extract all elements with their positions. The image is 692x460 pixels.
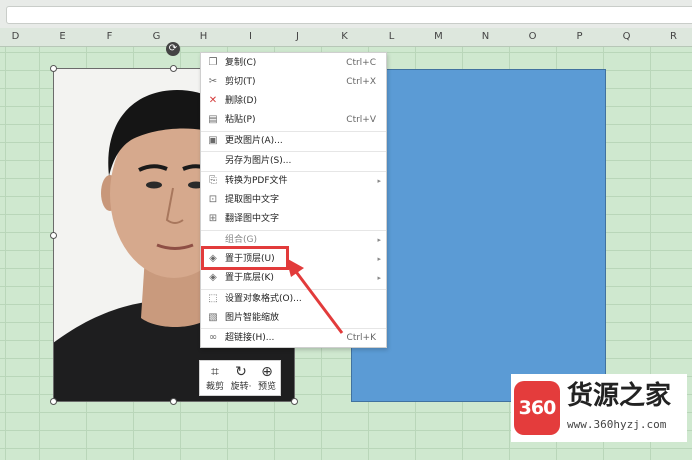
formula-input[interactable] [6,6,692,24]
delete-x-icon: ✕ [208,95,218,106]
resize-handle[interactable] [50,65,57,72]
column-header: D E F G H I J K L M N O P Q R [0,28,692,47]
rotate-label: 旋转· [230,382,252,392]
column-letter[interactable]: F [86,28,133,46]
crop-icon: ⌗ [211,364,219,380]
menu-label: 转换为PDF文件 [225,176,288,186]
resize-handle[interactable] [170,65,177,72]
resize-handle[interactable] [170,398,177,405]
crop-button[interactable]: ⌗ 裁剪 [202,363,228,395]
copy-icon: ❐ [208,57,218,68]
menu-label: 翻译图中文字 [225,214,280,224]
menu-item-extract-text[interactable]: ⊡ 提取图中文字 [201,191,386,210]
column-letter[interactable]: Q [603,28,650,46]
menu-item-delete[interactable]: ✕ 删除(D) [201,92,386,111]
logo-badge: 360 [514,381,560,435]
menu-shortcut: Ctrl+V [346,115,376,125]
column-letter[interactable]: E [39,28,86,46]
annotation-arrow-icon [286,258,344,334]
crop-label: 裁剪 [205,382,224,392]
menu-label: 图片智能缩放 [225,313,280,323]
menu-shortcut: Ctrl+X [346,77,376,87]
blue-rectangle-shape[interactable] [351,69,606,402]
submenu-arrow-icon: ▸ [377,274,381,282]
menu-label: 粘贴(P) [225,115,256,125]
preview-label: 预览 [257,382,276,392]
column-letter[interactable]: L [368,28,415,46]
menu-item-save-as-image[interactable]: 另存为图片(S)... [201,152,386,171]
menu-shortcut: Ctrl+C [346,58,376,68]
menu-label: 复制(C) [225,58,257,68]
column-letter[interactable]: N [462,28,509,46]
menu-label: 提取图中文字 [225,195,280,205]
watermark-logo: 360 货源之家 www.360hyzj.com [511,374,687,442]
pdf-icon: ⎘ [209,175,217,186]
rotate-button[interactable]: ↻ 旋转· [228,363,254,395]
resize-handle[interactable] [50,398,57,405]
menu-label: 剪切(T) [225,77,256,87]
menu-item-change-image[interactable]: ▣ 更改图片(A)... [201,132,386,151]
resize-handle[interactable] [291,398,298,405]
link-icon: ∞ [208,332,218,343]
smart-scale-icon: ▧ [208,312,218,323]
extract-text-icon: ⊡ [208,194,218,205]
send-to-back-icon: ◈ [209,272,217,283]
translate-icon: ⊞ [208,213,218,224]
resize-handle[interactable] [50,232,57,239]
scissors-icon: ✂ [208,76,218,87]
column-letter[interactable]: H [180,28,227,46]
preview-button[interactable]: ⊕ 预览 [254,363,280,395]
menu-item-copy[interactable]: ❐ 复制(C) Ctrl+C [201,54,386,73]
submenu-arrow-icon: ▸ [377,255,381,263]
picture-float-toolbar: ⌗ 裁剪 ↻ 旋转· ⊕ 预览 [199,360,281,396]
zoom-in-icon: ⊕ [261,364,273,380]
column-letter[interactable]: K [321,28,368,46]
logo-title: 货源之家 [567,381,672,411]
format-object-icon: ⬚ [208,293,218,304]
menu-item-convert-pdf[interactable]: ⎘ 转换为PDF文件 ▸ [201,172,386,191]
menu-item-cut[interactable]: ✂ 剪切(T) Ctrl+X [201,73,386,92]
column-letter[interactable]: D [0,28,39,46]
menu-label: 删除(D) [225,96,257,106]
column-letter[interactable]: M [415,28,462,46]
menu-shortcut: Ctrl+K [346,333,376,343]
rotate-icon: ↻ [235,364,247,380]
menu-item-paste[interactable]: ▤ 粘贴(P) Ctrl+V [201,111,386,130]
submenu-arrow-icon: ▸ [377,236,381,244]
menu-item-translate-text[interactable]: ⊞ 翻译图中文字 [201,210,386,229]
paste-icon: ▤ [208,114,218,125]
column-letter[interactable]: P [556,28,603,46]
menu-label: 另存为图片(S)... [225,156,292,166]
menu-label: 超链接(H)... [225,333,275,343]
formula-bar-area [0,0,692,28]
submenu-arrow-icon: ▸ [377,177,381,185]
highlight-box [201,246,289,270]
menu-label: 更改图片(A)... [225,136,283,146]
rotate-handle-icon[interactable]: ⟳ [166,42,180,56]
menu-label: 置于底层(K) [225,273,274,283]
column-letter[interactable]: J [274,28,321,46]
column-letter[interactable]: O [509,28,556,46]
column-letter[interactable]: I [227,28,274,46]
column-letter[interactable]: R [650,28,692,46]
logo-url: www.360hyzj.com [567,418,667,431]
change-image-icon: ▣ [208,135,218,146]
